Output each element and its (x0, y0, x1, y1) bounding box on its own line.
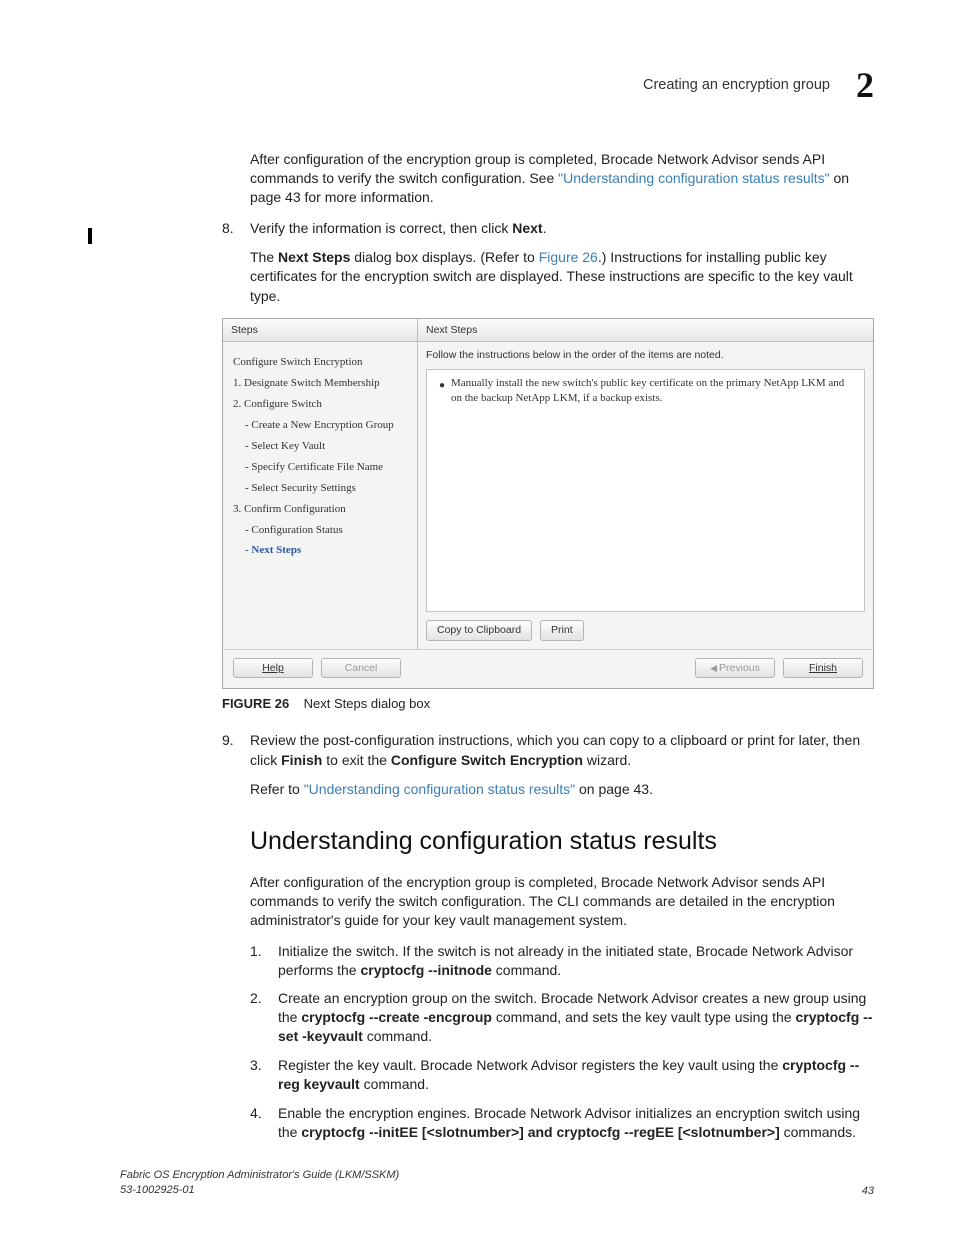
print-button[interactable]: Print (540, 620, 584, 640)
text: command. (360, 1076, 429, 1092)
tree-item: 1. Designate Switch Membership (233, 373, 409, 394)
bullet-icon: ● (439, 379, 445, 393)
command: cryptocfg --initEE [<slotnumber>] and cr… (301, 1124, 779, 1140)
change-bar (88, 228, 92, 244)
instructions-box: ● Manually install the new switch's publ… (426, 369, 865, 613)
text: Register the key vault. Brocade Network … (278, 1057, 782, 1073)
copy-to-clipboard-button[interactable]: Copy to Clipboard (426, 620, 532, 640)
page-footer: Fabric OS Encryption Administrator's Gui… (120, 1168, 874, 1197)
intro-paragraph: After configuration of the encryption gr… (250, 150, 874, 207)
step-8: 8. Verify the information is correct, th… (222, 219, 874, 306)
page: Creating an encryption group 2 After con… (0, 0, 954, 1235)
arrow-left-icon: ◀ (710, 663, 717, 673)
text: command, and sets the key vault type usi… (492, 1009, 796, 1025)
tree-item: 3. Confirm Configuration (233, 499, 409, 520)
section-heading: Understanding configuration status resul… (250, 825, 874, 859)
ui-label: Configure Switch Encryption (391, 752, 583, 768)
step-number: 8. (222, 219, 242, 238)
footer-doc-number: 53-1002925-01 (120, 1183, 862, 1197)
xref-link[interactable]: "Understanding configuration status resu… (558, 170, 829, 186)
step-number: 9. (222, 731, 242, 770)
step-number: 1. (250, 942, 270, 980)
tree-item: - Select Security Settings (233, 478, 409, 499)
header-chapter-number: 2 (856, 64, 874, 106)
ui-label: Next Steps (278, 249, 350, 265)
panel-header-steps: Steps (223, 319, 417, 342)
header-section-title: Creating an encryption group (643, 77, 830, 93)
text: Refer to (250, 781, 304, 797)
tree-item: 2. Configure Switch (233, 394, 409, 415)
tree-item: - Create a New Encryption Group (233, 415, 409, 436)
text: commands. (780, 1124, 856, 1140)
list-item-3: 3. Register the key vault. Brocade Netwo… (250, 1056, 874, 1094)
previous-button: ◀Previous (695, 658, 775, 678)
text: dialog box displays. (Refer to (350, 249, 538, 265)
text: to exit the (322, 752, 390, 768)
list-item-2: 2. Create an encryption group on the swi… (250, 989, 874, 1046)
command: cryptocfg --create -encgroup (301, 1009, 492, 1025)
next-steps-dialog: Steps Configure Switch Encryption 1. Des… (222, 318, 874, 689)
step-number: 4. (250, 1104, 270, 1142)
xref-link[interactable]: "Understanding configuration status resu… (304, 781, 575, 797)
text: . (543, 220, 547, 236)
command: cryptocfg --initnode (360, 962, 491, 978)
dialog-nextsteps-panel: Next Steps Follow the instructions below… (418, 319, 873, 649)
instruction-item: Manually install the new switch's public… (451, 377, 844, 404)
section-paragraph: After configuration of the encryption gr… (250, 873, 874, 930)
page-header: Creating an encryption group 2 (120, 64, 874, 106)
text: on page 43. (575, 781, 653, 797)
step-number: 2. (250, 989, 270, 1046)
label: Help (262, 662, 284, 674)
tree-item: - Specify Certificate File Name (233, 457, 409, 478)
text: Verify the information is correct, then … (250, 220, 512, 236)
ui-label: Next (512, 220, 542, 236)
label: Previous (719, 662, 760, 674)
tree-item: - Select Key Vault (233, 436, 409, 457)
text: command. (363, 1028, 432, 1044)
list-item-1: 1. Initialize the switch. If the switch … (250, 942, 874, 980)
figure-title: Next Steps dialog box (304, 696, 430, 711)
figure-caption: FIGURE 26 Next Steps dialog box (222, 695, 874, 713)
text: wizard. (583, 752, 631, 768)
tree-item: Configure Switch Encryption (233, 352, 409, 373)
section: Understanding configuration status resul… (250, 825, 874, 1141)
ui-label: Finish (281, 752, 322, 768)
footer-page-number: 43 (862, 1185, 874, 1197)
panel-header-nextsteps: Next Steps (418, 319, 873, 342)
figure-26-container: Steps Configure Switch Encryption 1. Des… (222, 318, 874, 713)
tree-item-current: - Next Steps (233, 540, 409, 561)
instruction-text: Follow the instructions below in the ord… (418, 342, 873, 364)
footer-doc-title: Fabric OS Encryption Administrator's Gui… (120, 1168, 862, 1182)
dialog-footer: Help Cancel ◀Previous Finish (223, 649, 873, 688)
list-item-4: 4. Enable the encryption engines. Brocad… (250, 1104, 874, 1142)
figure-number: FIGURE 26 (222, 696, 289, 711)
cancel-button: Cancel (321, 658, 401, 678)
figure-link[interactable]: Figure 26 (539, 249, 598, 265)
help-button[interactable]: Help (233, 658, 313, 678)
dialog-steps-panel: Steps Configure Switch Encryption 1. Des… (223, 319, 418, 649)
finish-button[interactable]: Finish (783, 658, 863, 678)
step-number: 3. (250, 1056, 270, 1094)
text: The (250, 249, 278, 265)
step-9: 9. Review the post-configuration instruc… (222, 731, 874, 799)
tree-item: - Configuration Status (233, 520, 409, 541)
text: command. (492, 962, 561, 978)
label: Finish (809, 662, 837, 674)
